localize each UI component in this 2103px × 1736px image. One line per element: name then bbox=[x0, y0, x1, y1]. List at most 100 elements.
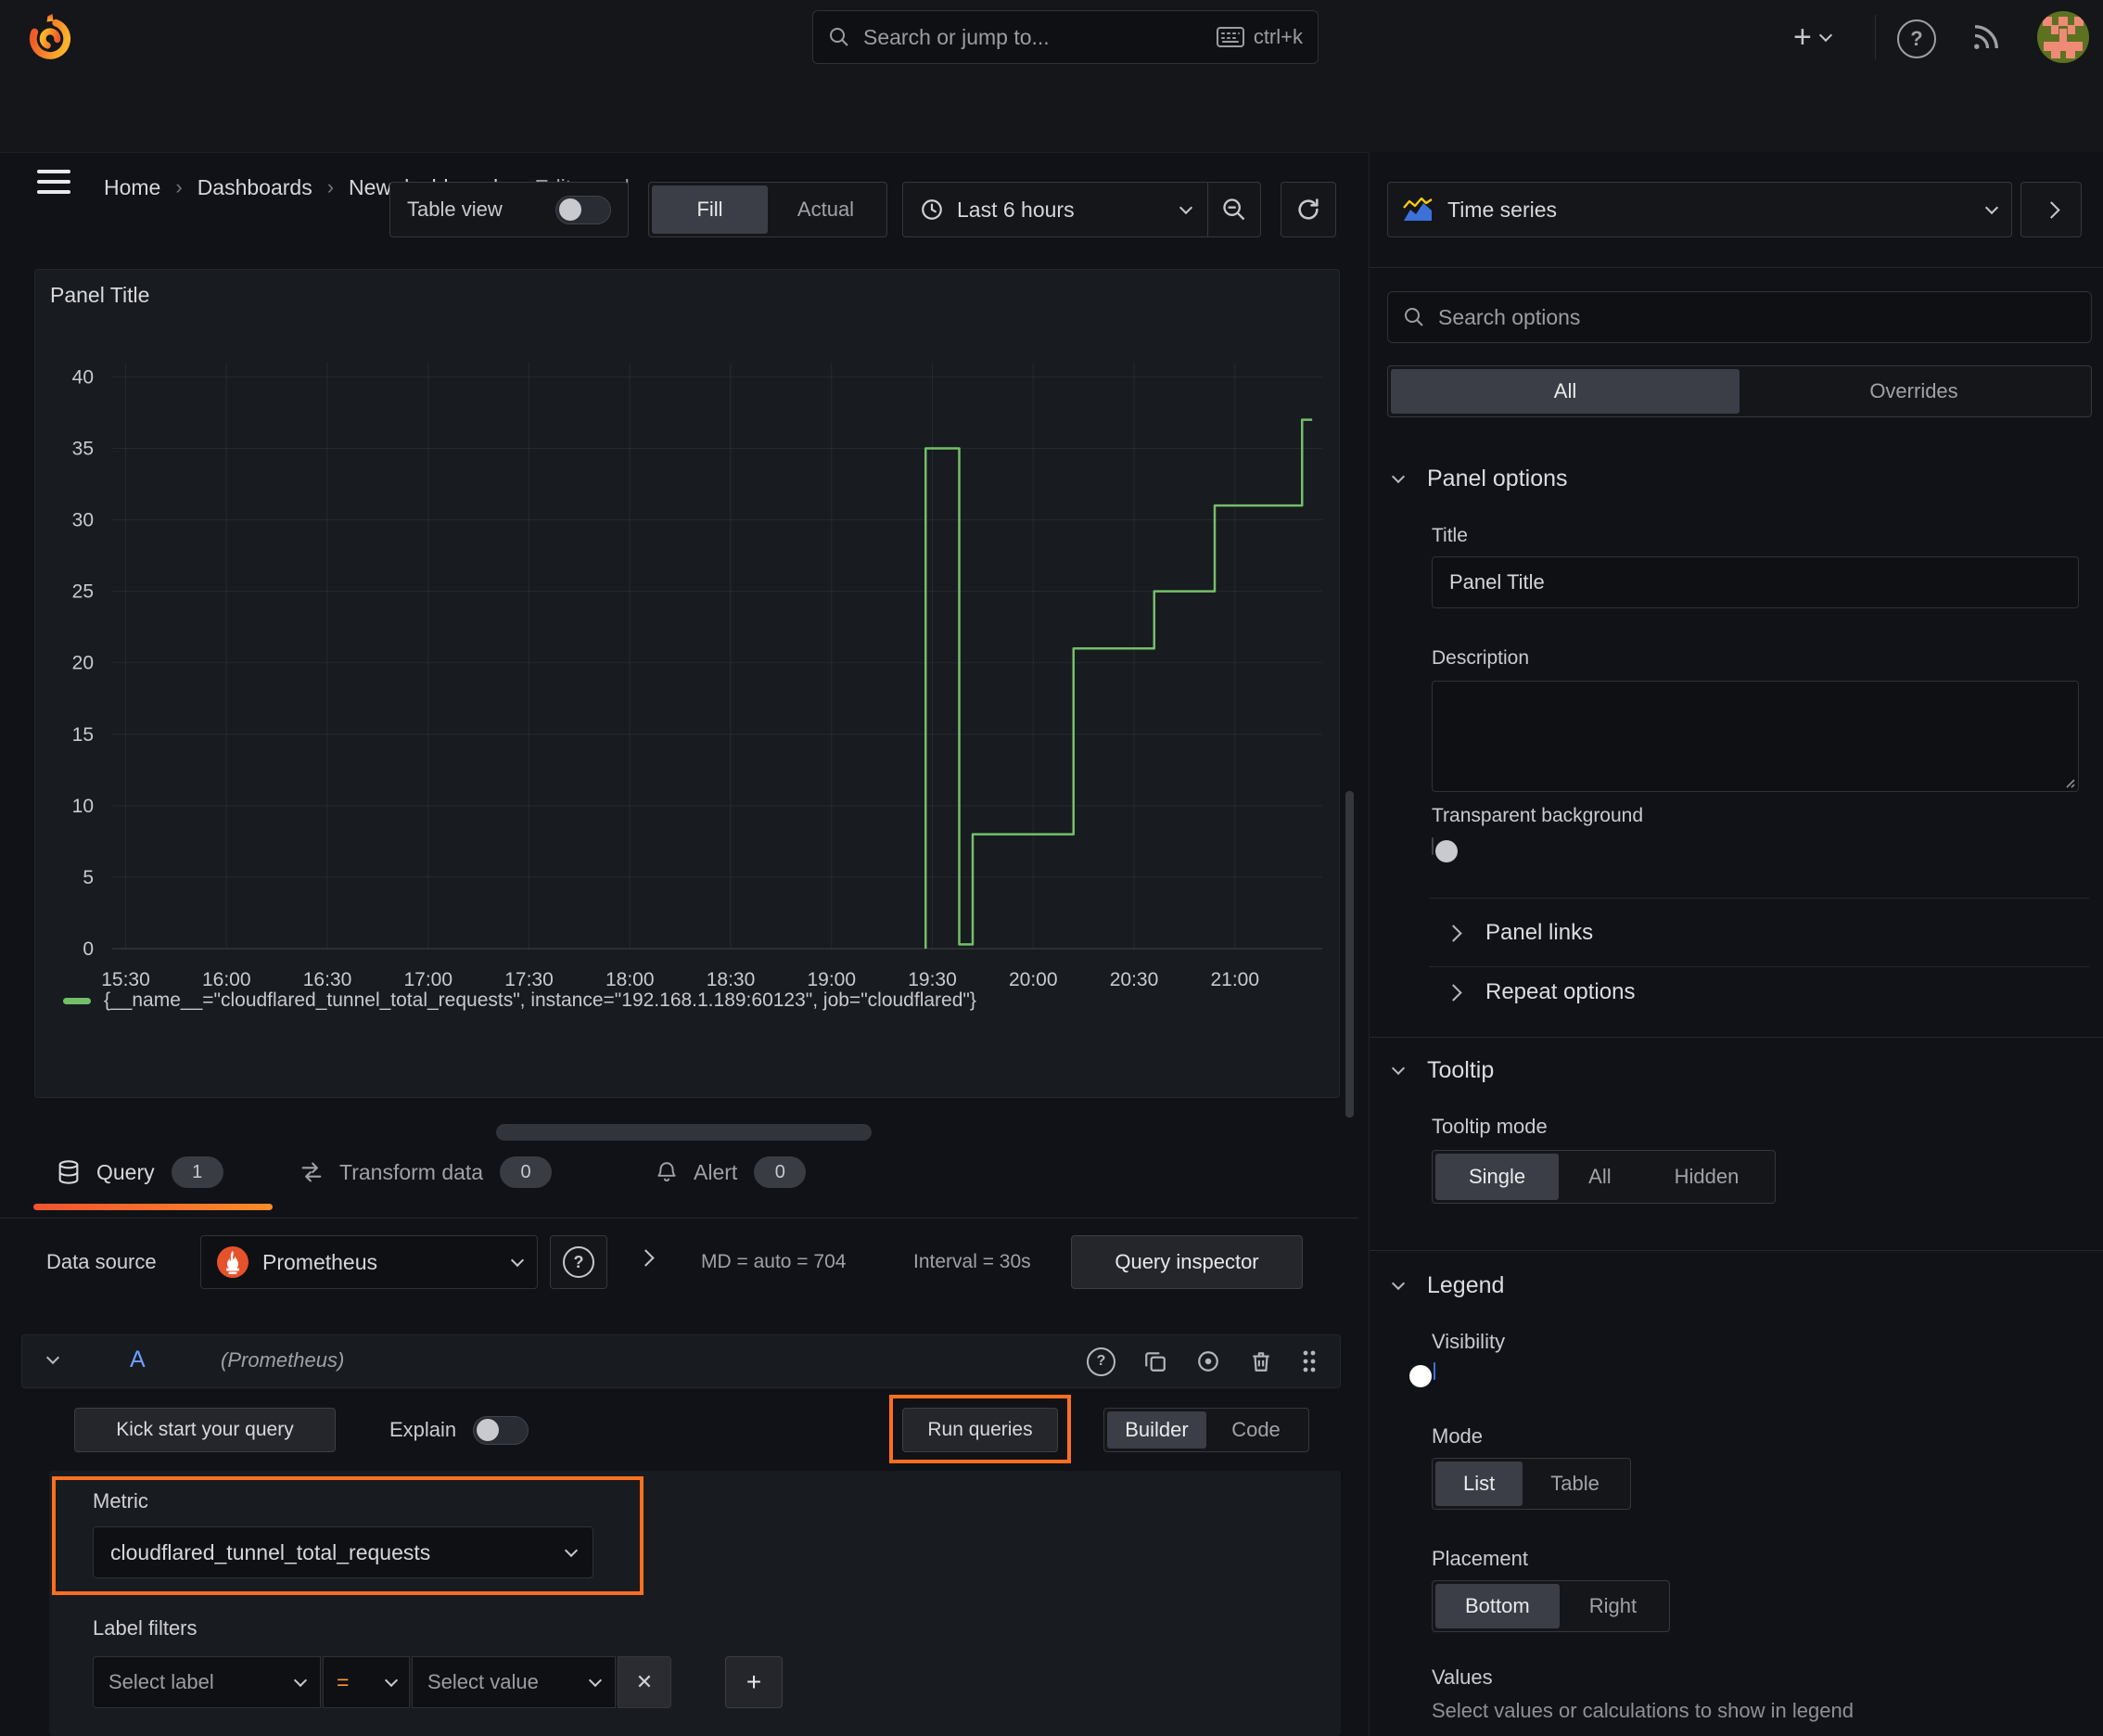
panel-options-heading: Panel options bbox=[1427, 466, 1568, 491]
chevron-right-icon bbox=[637, 1249, 655, 1267]
label-filter-value-select[interactable]: Select value bbox=[412, 1656, 616, 1708]
title-label: Title bbox=[1432, 525, 1468, 546]
tooltip-heading: Tooltip bbox=[1427, 1057, 1495, 1083]
keyboard-icon bbox=[1216, 27, 1244, 47]
query-ref-id[interactable]: A bbox=[130, 1347, 146, 1373]
svg-text:21:00: 21:00 bbox=[1210, 969, 1259, 990]
breadcrumb-dashboards[interactable]: Dashboards bbox=[198, 175, 312, 200]
tab-query-active-underline bbox=[33, 1204, 273, 1210]
svg-text:19:30: 19:30 bbox=[908, 969, 957, 990]
description-label: Description bbox=[1432, 647, 1530, 669]
query-options-md[interactable]: MD = auto = 704 bbox=[701, 1235, 846, 1289]
user-avatar[interactable] bbox=[2036, 10, 2090, 64]
repeat-options-section-header[interactable]: Repeat options bbox=[1445, 979, 1636, 1005]
description-textarea[interactable] bbox=[1432, 681, 2079, 792]
datasource-picker[interactable]: Prometheus bbox=[200, 1235, 538, 1289]
query-row-header[interactable]: A (Prometheus) ? bbox=[21, 1334, 1341, 1388]
zoom-out-button[interactable] bbox=[1208, 183, 1260, 236]
chevron-right-icon bbox=[1445, 924, 1462, 942]
label-filter-name-select[interactable]: Select label bbox=[93, 1656, 321, 1708]
panel-resize-handle[interactable] bbox=[496, 1124, 872, 1141]
tab-transform[interactable]: Transform data 0 bbox=[299, 1142, 553, 1202]
legend-mode-table[interactable]: Table bbox=[1523, 1462, 1627, 1506]
query-help-icon[interactable]: ? bbox=[1087, 1347, 1115, 1376]
breadcrumb-bar: Home › Dashboards › New dashboard › Edit… bbox=[0, 74, 2103, 215]
repeat-options-heading: Repeat options bbox=[1485, 979, 1636, 1004]
tab-overrides[interactable]: Overrides bbox=[1740, 369, 2088, 414]
datasource-help-button[interactable]: ? bbox=[550, 1235, 607, 1289]
breadcrumb-home[interactable]: Home bbox=[104, 175, 160, 200]
chevron-right-icon bbox=[1445, 983, 1462, 1002]
svg-text:18:00: 18:00 bbox=[605, 969, 655, 990]
kick-start-query-button[interactable]: Kick start your query bbox=[74, 1408, 336, 1452]
help-button[interactable]: ? bbox=[1897, 19, 1936, 58]
datasource-label: Data source bbox=[46, 1250, 157, 1273]
placement-segmented: Bottom Right bbox=[1432, 1580, 1671, 1632]
chevron-down-icon bbox=[1391, 1276, 1406, 1291]
explain-label: Explain bbox=[389, 1418, 457, 1441]
panel-title-input[interactable] bbox=[1432, 556, 2079, 608]
chart-legend[interactable]: {__name__="cloudflared_tunnel_total_requ… bbox=[63, 989, 976, 1012]
placement-right[interactable]: Right bbox=[1560, 1584, 1666, 1628]
menu-toggle-button[interactable] bbox=[37, 170, 70, 194]
hide-query-eye-icon[interactable] bbox=[1195, 1349, 1221, 1373]
search-options-box[interactable]: Search options bbox=[1387, 291, 2092, 343]
table-view-toggle[interactable] bbox=[555, 195, 611, 224]
query-options-expand[interactable] bbox=[637, 1249, 655, 1267]
global-search[interactable]: Search or jump to... ctrl+k bbox=[812, 10, 1319, 64]
tooltip-mode-hidden[interactable]: Hidden bbox=[1641, 1154, 1773, 1200]
panel-options-section-header[interactable]: Panel options bbox=[1391, 466, 1568, 492]
fill-option[interactable]: Fill bbox=[652, 185, 768, 234]
duplicate-query-icon[interactable] bbox=[1143, 1349, 1167, 1373]
remove-label-filter-button[interactable]: ✕ bbox=[618, 1656, 671, 1708]
time-range-control: Last 6 hours bbox=[902, 182, 1261, 237]
panel-links-section-header[interactable]: Panel links bbox=[1445, 920, 1593, 946]
tooltip-mode-segmented: Single All Hidden bbox=[1432, 1150, 1777, 1204]
time-series-chart[interactable]: 0 5 10 15 20 25 30 35 40 15:30 16:00 16:30 17:00 17:3… bbox=[35, 270, 1339, 1097]
grafana-logo-icon[interactable] bbox=[26, 10, 74, 64]
search-icon bbox=[828, 26, 850, 48]
svg-text:0: 0 bbox=[83, 938, 94, 960]
delete-query-trash-icon[interactable] bbox=[1249, 1349, 1273, 1373]
tab-all[interactable]: All bbox=[1391, 369, 1740, 414]
chevron-down-icon[interactable] bbox=[45, 1350, 60, 1365]
tooltip-mode-label: Tooltip mode bbox=[1432, 1115, 1548, 1138]
legend-mode-list[interactable]: List bbox=[1435, 1462, 1523, 1506]
legend-series-swatch bbox=[63, 997, 91, 1004]
tooltip-mode-all[interactable]: All bbox=[1559, 1154, 1640, 1200]
transparent-background-label: Transparent background bbox=[1432, 805, 1644, 826]
drag-handle-grip-icon[interactable] bbox=[1301, 1348, 1318, 1374]
refresh-button[interactable] bbox=[1281, 182, 1336, 237]
explain-control: Explain bbox=[389, 1408, 529, 1452]
tab-query[interactable]: Query 1 bbox=[56, 1142, 223, 1202]
actual-option[interactable]: Actual bbox=[768, 185, 884, 234]
query-inspector-button[interactable]: Query inspector bbox=[1071, 1235, 1303, 1289]
news-rss-button[interactable] bbox=[1969, 20, 2003, 54]
main-scrollbar-thumb[interactable] bbox=[1345, 791, 1354, 1117]
search-shortcut: ctrl+k bbox=[1253, 25, 1303, 48]
transparent-background-toggle[interactable] bbox=[1432, 837, 1458, 862]
plus-icon: + bbox=[1793, 19, 1812, 55]
tooltip-section-header[interactable]: Tooltip bbox=[1391, 1057, 1495, 1084]
builder-option[interactable]: Builder bbox=[1107, 1411, 1206, 1449]
explain-toggle[interactable] bbox=[473, 1415, 529, 1445]
add-label-filter-button[interactable]: + bbox=[725, 1656, 783, 1708]
svg-text:20: 20 bbox=[72, 653, 94, 674]
placement-bottom[interactable]: Bottom bbox=[1435, 1584, 1560, 1628]
visualization-picker[interactable]: Time series bbox=[1387, 182, 2012, 237]
legend-section-header[interactable]: Legend bbox=[1391, 1272, 1504, 1299]
table-view-control: Table view bbox=[389, 182, 629, 237]
svg-text:17:00: 17:00 bbox=[403, 969, 452, 990]
add-menu-button[interactable]: + bbox=[1793, 19, 1832, 56]
datasource-selected: Prometheus bbox=[262, 1249, 378, 1274]
tooltip-mode-single[interactable]: Single bbox=[1435, 1154, 1560, 1200]
time-range-picker[interactable]: Last 6 hours bbox=[903, 183, 1207, 236]
code-option[interactable]: Code bbox=[1206, 1411, 1306, 1449]
legend-series-name[interactable]: {__name__="cloudflared_tunnel_total_requ… bbox=[104, 989, 976, 1012]
query-options-interval[interactable]: Interval = 30s bbox=[913, 1235, 1031, 1289]
tab-alert[interactable]: Alert 0 bbox=[655, 1142, 807, 1202]
label-filter-operator-select[interactable]: = bbox=[323, 1656, 410, 1708]
visibility-toggle[interactable] bbox=[1409, 1362, 1435, 1387]
toggle-viz-picker-button[interactable] bbox=[2020, 182, 2082, 237]
search-placeholder: Search or jump to... bbox=[863, 24, 1050, 49]
